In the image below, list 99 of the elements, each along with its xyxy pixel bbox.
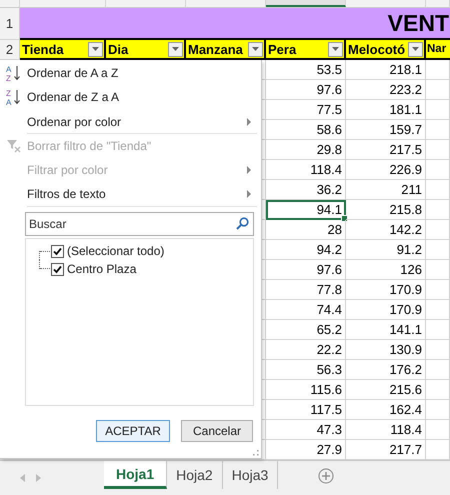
table-cell (426, 340, 450, 360)
clear-filter-icon (6, 139, 20, 153)
table-cell: 94.1 (266, 200, 346, 220)
sheet-tab[interactable]: Hoja2 (167, 461, 223, 489)
header-label: Tienda (22, 42, 64, 56)
submenu-arrow-icon (247, 190, 251, 198)
table-cell: 181.1 (346, 100, 426, 120)
filter-button[interactable] (408, 42, 423, 56)
search-icon (236, 217, 249, 230)
caret-icon (252, 47, 259, 51)
table-cell: 170.9 (346, 300, 426, 320)
table-cell (426, 200, 450, 220)
table-cell: 126 (346, 260, 426, 280)
table-cell: 29.8 (266, 140, 346, 160)
tree-line (39, 251, 51, 260)
table-cell: 118.4 (346, 420, 426, 440)
table-cell: 130.9 (346, 340, 426, 360)
table-cell (426, 320, 450, 340)
checkbox[interactable] (51, 262, 64, 276)
filter-button[interactable] (88, 42, 103, 56)
header-label: Manzana (188, 42, 243, 56)
menu-item[interactable]: A Z Ordenar de A a Z (0, 61, 261, 85)
submenu-arrow-icon (247, 166, 251, 174)
table-cell: 94.2 (266, 240, 346, 260)
add-sheet-icon[interactable] (318, 468, 334, 484)
menu-item[interactable]: Filtros de texto (0, 182, 261, 206)
table-cell: 28 (266, 220, 346, 240)
header-label: Dia (108, 42, 128, 56)
table-cell (426, 380, 450, 400)
filter-button[interactable] (248, 42, 263, 56)
header-label: Melocotó (348, 42, 406, 56)
caret-icon (412, 47, 419, 51)
table-cell: 215.8 (346, 200, 426, 220)
table-cell (426, 400, 450, 420)
row-number: 2 (0, 40, 20, 60)
caret-icon (92, 47, 99, 51)
table-cell (426, 260, 450, 280)
table-cell: 91.2 (346, 240, 426, 260)
table-cell (426, 100, 450, 120)
table-cell: 74.4 (266, 300, 346, 320)
cancel-button[interactable]: Cancelar (181, 420, 253, 442)
table-cell (426, 120, 450, 140)
checkbox[interactable] (51, 244, 64, 258)
search-field[interactable]: Buscar (25, 212, 254, 236)
table-cell: 56.3 (266, 360, 346, 380)
ok-button[interactable]: ACEPTAR (96, 420, 170, 442)
table-cell: 65.2 (266, 320, 346, 340)
table-cell (426, 220, 450, 240)
table-cell: 97.6 (266, 260, 346, 280)
table-cell (426, 240, 450, 260)
sheet-tab[interactable]: Hoja1 (104, 461, 168, 489)
table-cell: 211 (346, 180, 426, 200)
resize-grip-icon[interactable] (253, 450, 259, 456)
table-cell (426, 140, 450, 160)
header-label: Pera (268, 42, 296, 56)
table-cell (426, 420, 450, 440)
table-cell (426, 60, 450, 80)
table-cell (426, 160, 450, 180)
table-cell: 223.2 (346, 80, 426, 100)
table-cell: 22.2 (266, 340, 346, 360)
tree-line (39, 260, 51, 269)
table-cell: 47.3 (266, 420, 346, 440)
table-cell: 53.5 (266, 60, 346, 80)
table-cell: 159.7 (346, 120, 426, 140)
table-cell: 77.5 (266, 100, 346, 120)
submenu-arrow-icon (247, 118, 251, 126)
sheet-tab[interactable]: Hoja3 (222, 461, 278, 489)
sheet-title: VENT (388, 10, 449, 36)
menu-item[interactable]: Z A Ordenar de Z a A (0, 85, 261, 109)
table-cell: 118.4 (266, 160, 346, 180)
table-cell (426, 280, 450, 300)
table-cell: 36.2 (266, 180, 346, 200)
table-cell: 77.8 (266, 280, 346, 300)
table-cell: 218.1 (346, 60, 426, 80)
table-cell: 142.2 (346, 220, 426, 240)
table-cell: 162.4 (346, 400, 426, 420)
row-number: 1 (0, 8, 20, 40)
table-cell: 226.9 (346, 160, 426, 180)
caret-icon (332, 47, 339, 51)
table-cell: 215.6 (346, 380, 426, 400)
table-cell: 141.1 (346, 320, 426, 340)
table-cell: 117.5 (266, 400, 346, 420)
filter-button[interactable] (328, 42, 343, 56)
table-cell: 58.6 (266, 120, 346, 140)
table-cell: 97.6 (266, 80, 346, 100)
table-cell: 217.5 (346, 140, 426, 160)
column-header[interactable] (266, 0, 346, 7)
table-cell (426, 300, 450, 320)
caret-icon (172, 47, 179, 51)
table-cell (426, 80, 450, 100)
table-cell (426, 360, 450, 380)
table-cell: 115.6 (266, 380, 346, 400)
table-cell: 176.2 (346, 360, 426, 380)
filter-button[interactable] (168, 42, 183, 56)
value-label[interactable]: Centro Plaza (67, 262, 136, 276)
value-label[interactable]: (Seleccionar todo) (67, 244, 164, 258)
header-label: Nar (427, 43, 446, 55)
table-cell (426, 180, 450, 200)
table-cell: 170.9 (346, 280, 426, 300)
